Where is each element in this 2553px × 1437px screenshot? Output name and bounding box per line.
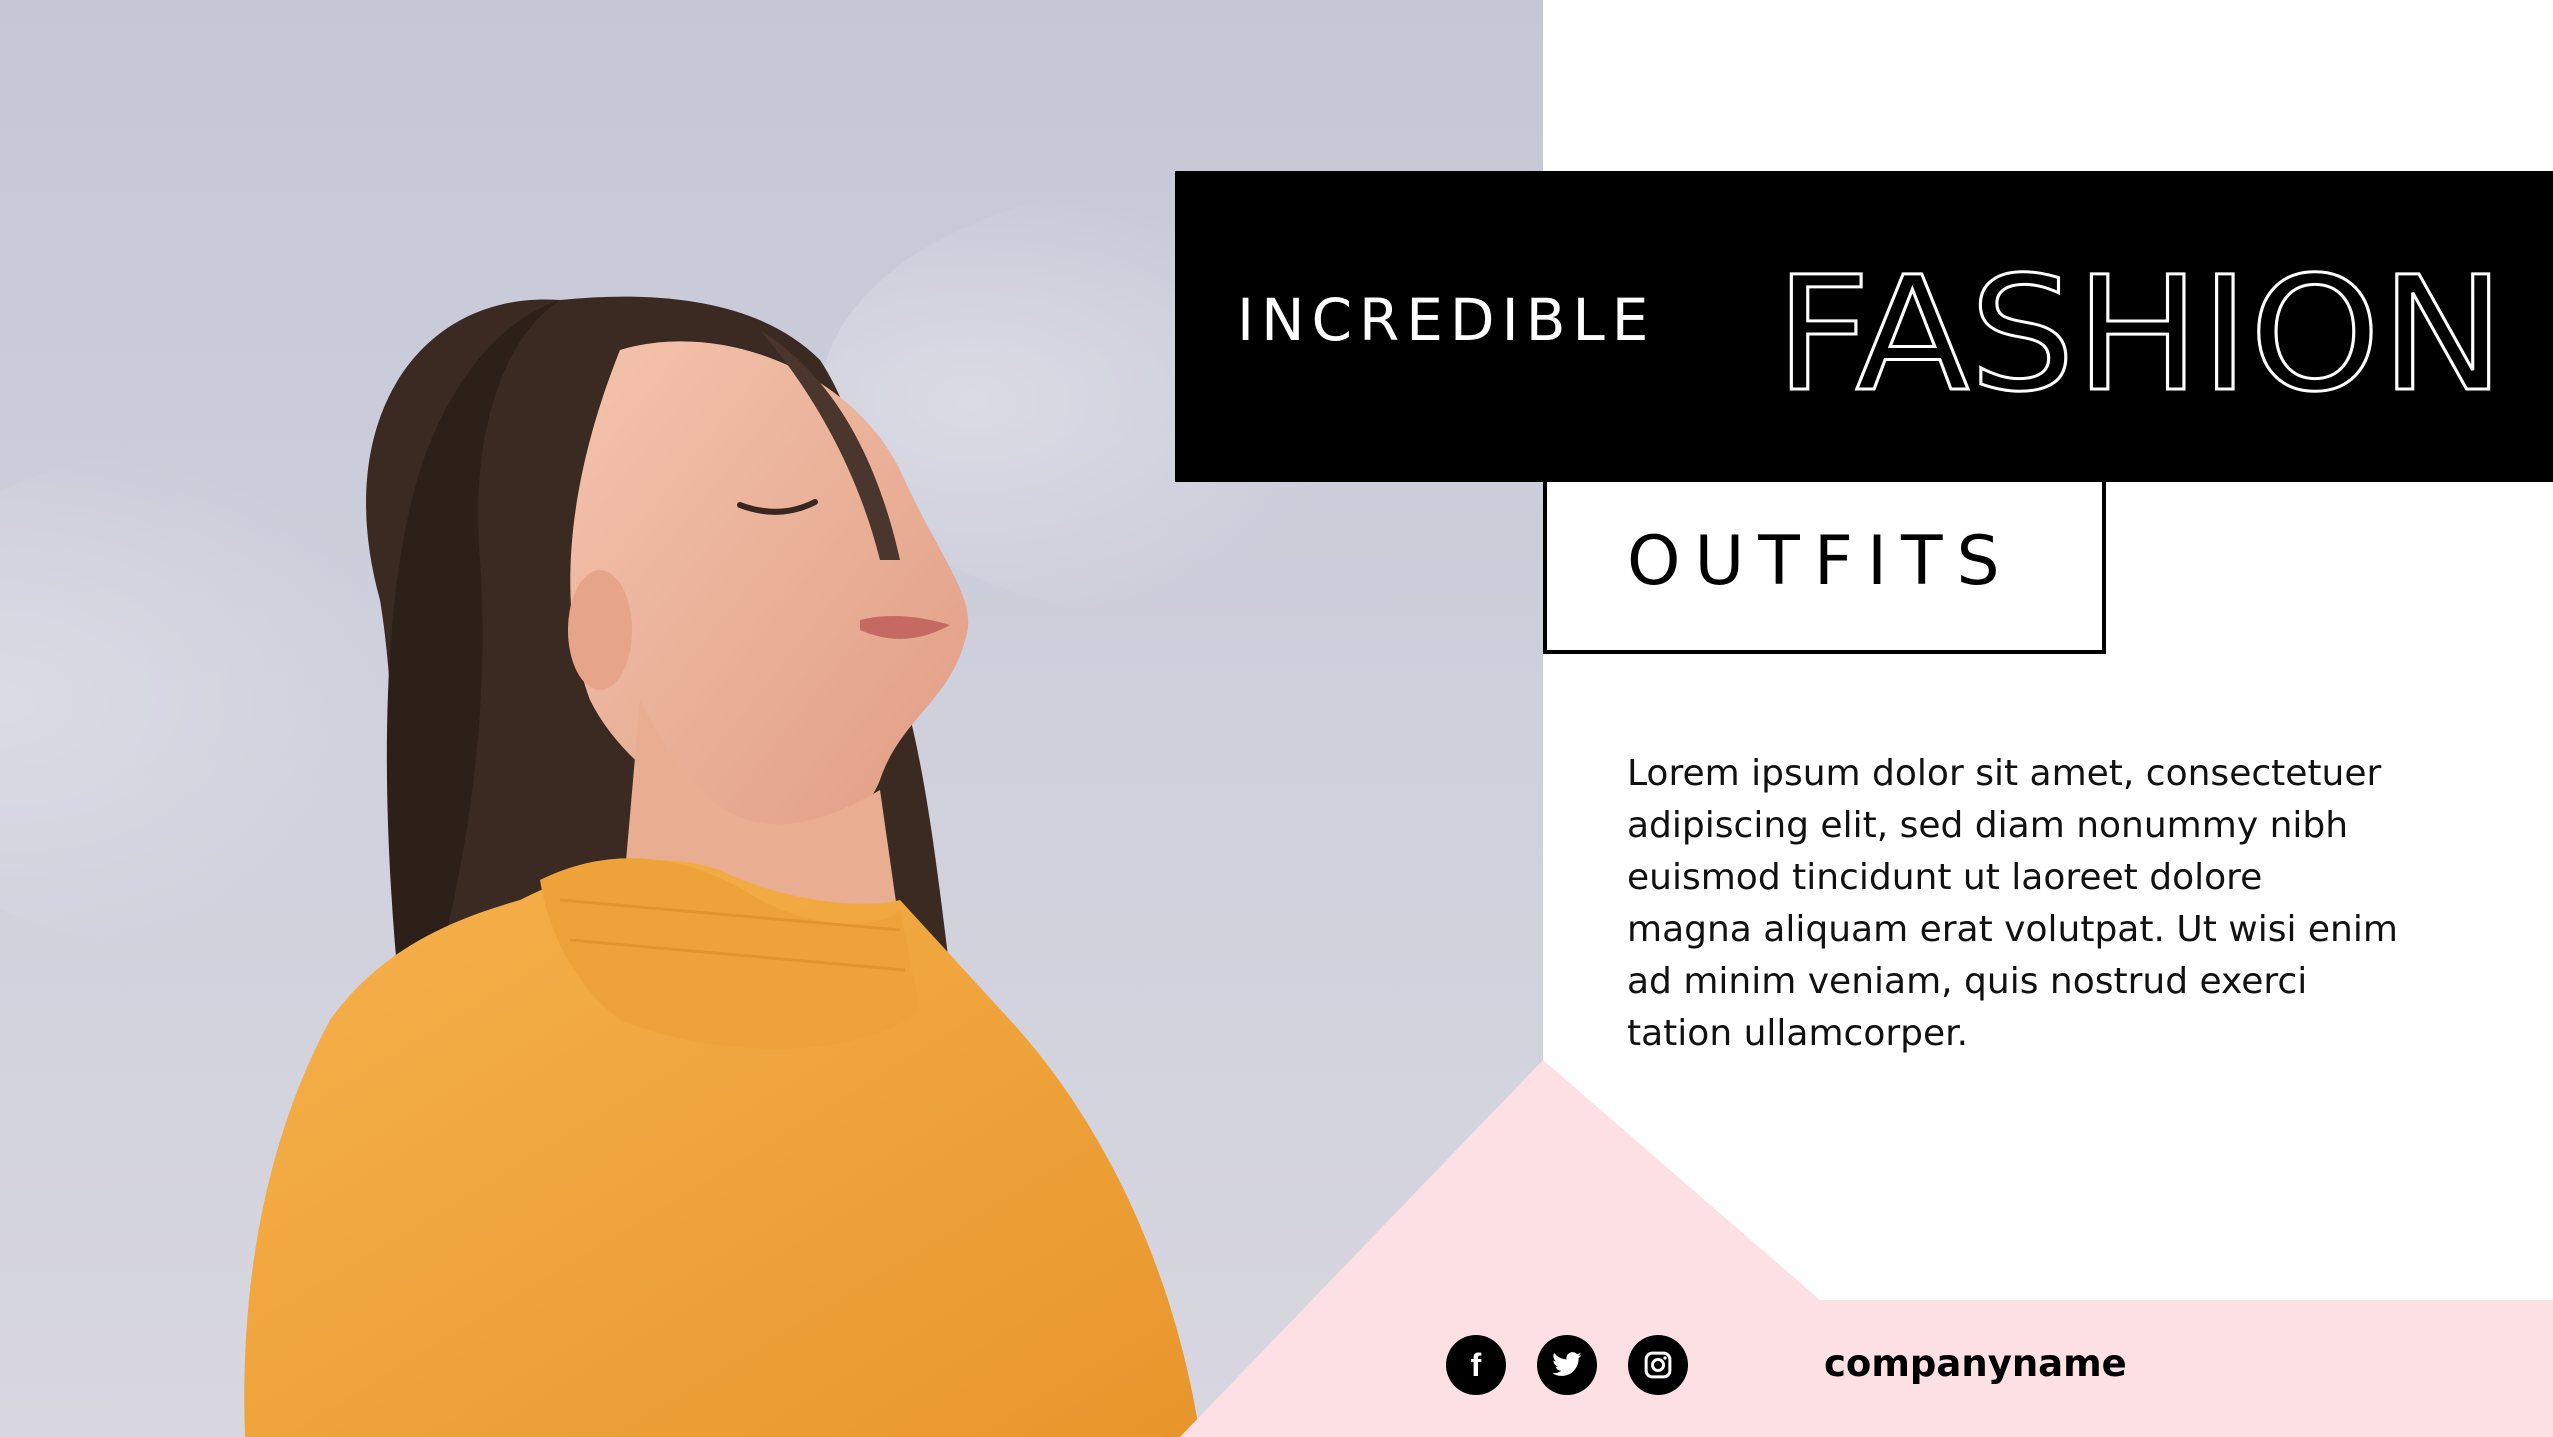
company-name: companyname: [1824, 1342, 2127, 1385]
presentation-slide: INCREDIBLE FASHION OUTFITS Lorem ipsum d…: [0, 0, 2553, 1437]
banner-subtitle: INCREDIBLE: [1237, 286, 1656, 354]
body-line: adipiscing elit, sed diam nonummy nibh: [1627, 805, 2349, 846]
banner-title-wrapper: FASHION: [1774, 241, 2525, 429]
instagram-icon[interactable]: [1628, 1335, 1688, 1395]
facebook-icon[interactable]: f: [1446, 1335, 1506, 1395]
body-line: tation ullamcorper.: [1627, 1013, 1969, 1054]
twitter-icon[interactable]: [1537, 1335, 1597, 1395]
body-line: magna aliquam erat volutpat. Ut wisi eni…: [1627, 909, 2398, 950]
subtitle-text: OUTFITS: [1627, 522, 2014, 601]
subtitle-box: OUTFITS: [1543, 482, 2106, 654]
body-line: euismod tincidunt ut laoreet dolore: [1627, 857, 2263, 898]
banner-title: FASHION: [1775, 243, 2505, 416]
instagram-camera-glyph: [1644, 1351, 1672, 1379]
body-line: ad minim veniam, quis nostrud exerci: [1627, 961, 2308, 1002]
body-paragraph: Lorem ipsum dolor sit amet, consectetuer…: [1627, 748, 2437, 1060]
title-banner: INCREDIBLE FASHION: [1175, 171, 2553, 482]
body-line: Lorem ipsum dolor sit amet, consectetuer: [1627, 753, 2382, 794]
twitter-bird-glyph: [1552, 1352, 1582, 1376]
